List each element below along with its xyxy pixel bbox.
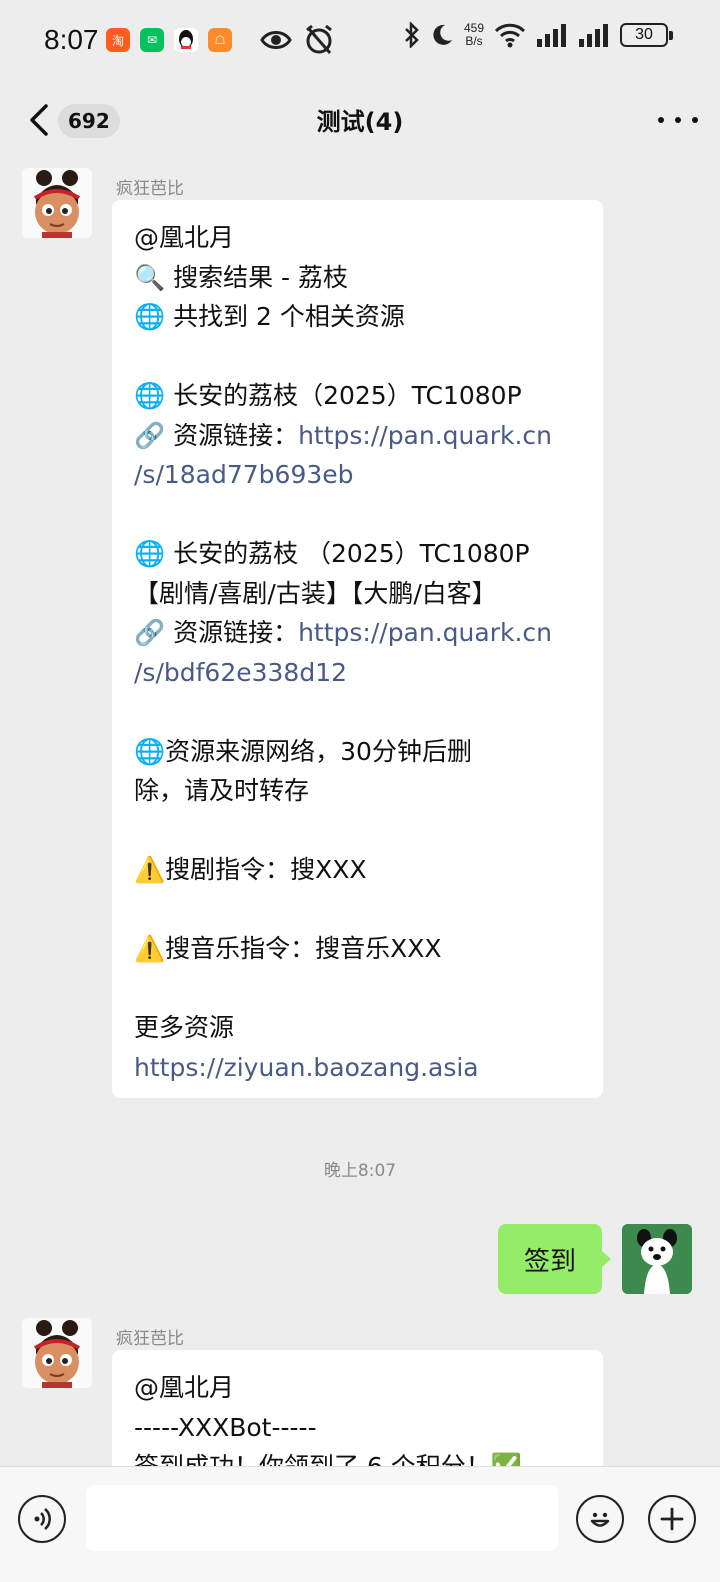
message-line: 🌐 共找到 2 个相关资源 — [134, 297, 581, 337]
message-text: 除，请及时转存 — [134, 776, 310, 805]
message-line: 除，请及时转存 — [134, 771, 581, 811]
message-text: 更多资源 — [134, 1013, 235, 1042]
message-line: /s/18ad77b693eb — [134, 455, 581, 495]
message-text: 🌐 长安的荔枝 （2025）TC1080P — [134, 539, 530, 568]
battery-icon: 30 — [620, 23, 673, 47]
message-line: 【剧情/喜剧/古装】【大鹏/白客】 — [134, 574, 581, 614]
signal-icon — [537, 24, 566, 47]
message-line: @凰北月 — [134, 1368, 581, 1408]
eye-icon — [260, 31, 292, 49]
message-line: -----XXXBot----- — [134, 1408, 581, 1448]
input-bar — [0, 1466, 720, 1582]
status-indicators — [260, 24, 334, 56]
qq-icon — [174, 28, 198, 52]
cartoon-avatar-icon — [22, 168, 92, 238]
battery-level: 30 — [635, 26, 653, 43]
message-line — [134, 337, 581, 377]
alarm-off-icon — [306, 24, 332, 54]
message-text: ⚠️搜剧指令：搜XXX — [134, 855, 367, 884]
message-link[interactable]: /s/18ad77b693eb — [134, 460, 354, 489]
sender-name: 疯狂芭比 — [116, 179, 184, 199]
message-line — [134, 890, 581, 930]
self-message-bubble[interactable]: 签到 — [498, 1224, 611, 1294]
emoji-icon — [590, 1512, 610, 1527]
sender-avatar[interactable] — [22, 168, 92, 238]
message-link[interactable]: https://ziyuan.baozang.asia — [134, 1053, 479, 1082]
message-text: 🔗 资源链接： — [134, 618, 299, 647]
message-text: 🌐 共找到 2 个相关资源 — [134, 302, 405, 331]
message-link[interactable]: https://pan.quark.cn — [298, 421, 552, 450]
message-line — [134, 692, 581, 732]
message-text: 🔗 资源链接： — [134, 420, 299, 450]
more-icon-dot — [692, 117, 698, 123]
message-link[interactable]: https://pan.quark.cn — [298, 618, 552, 647]
voice-icon — [34, 1508, 51, 1530]
message-line: 🔍 搜索结果 - 荔枝 — [134, 258, 581, 298]
message-text: @凰北月 — [134, 1373, 235, 1402]
self-message-text: 签到 — [523, 1246, 576, 1277]
message-bubble[interactable]: @凰北月 🔍 搜索结果 - 荔枝 🌐 共找到 2 个相关资源 🌐 长安的荔枝（2025… — [112, 200, 603, 1098]
message-line: /s/bdf62e338d12 — [134, 653, 581, 693]
message-text: 🔍 搜索结果 - 荔枝 — [134, 262, 348, 292]
message-line: 🌐 长安的荔枝（2025）TC1080P — [134, 376, 581, 416]
message-line — [134, 969, 581, 1009]
sender-name: 疯狂芭比 — [116, 1329, 184, 1349]
message-line: 🔗 资源链接：https://pan.quark.cn — [134, 416, 581, 456]
message-line — [134, 495, 581, 535]
message-text: 【剧情/喜剧/古装】【大鹏/白客】 — [134, 578, 497, 608]
status-bar: 8:07 淘 ✉ ☖ 459 B/s 30 — [0, 0, 720, 84]
emoji-button[interactable] — [576, 1495, 624, 1543]
message-text: @凰北月 — [134, 223, 235, 252]
signal-icon-2 — [579, 24, 608, 47]
taobao-icon: 淘 — [106, 28, 130, 52]
wechat-icon: ✉ — [140, 28, 164, 52]
status-time: 8:07 — [44, 24, 99, 55]
message-text: -----XXXBot----- — [134, 1412, 317, 1442]
more-icon-dot — [658, 117, 664, 123]
message-link[interactable]: /s/bdf62e338d12 — [134, 658, 347, 687]
message-line: 🔗 资源链接：https://pan.quark.cn — [134, 613, 581, 653]
dog-avatar-icon — [622, 1224, 692, 1294]
self-avatar[interactable] — [622, 1224, 692, 1294]
chat-title: 测试(4) — [316, 108, 404, 136]
message-line: ⚠️搜剧指令：搜XXX — [134, 850, 581, 890]
network-speed: 459 B/s — [464, 22, 484, 48]
message-line: 更多资源 — [134, 1008, 581, 1048]
notification-icons: 淘 ✉ ☖ — [106, 28, 232, 52]
message-line: 🌐资源来源网络，30分钟后删 — [134, 732, 581, 772]
message-line — [134, 811, 581, 851]
message-text: 🌐资源来源网络，30分钟后删 — [134, 736, 472, 766]
voice-button[interactable] — [18, 1495, 66, 1543]
message-text: 🌐 长安的荔枝（2025）TC1080P — [134, 381, 522, 410]
network-speed-unit: B/s — [465, 34, 483, 48]
cartoon-avatar-icon — [22, 1318, 92, 1388]
wifi-icon — [494, 23, 526, 48]
moon-icon — [433, 24, 452, 45]
chat-header: 692 测试(4) — [0, 84, 720, 158]
message-line: https://ziyuan.baozang.asia — [134, 1048, 581, 1088]
bluetooth-icon — [405, 22, 419, 48]
message-line: @凰北月 — [134, 218, 581, 258]
system-indicators: 459 B/s 30 — [404, 22, 673, 48]
store-icon: ☖ — [208, 28, 232, 52]
message-line: ⚠️搜音乐指令：搜音乐XXX — [134, 929, 581, 969]
plus-icon — [660, 1507, 684, 1531]
message-line: 🌐 长安的荔枝 （2025）TC1080P — [134, 534, 581, 574]
more-features-button[interactable] — [648, 1495, 696, 1543]
message-text: ⚠️搜音乐指令：搜音乐XXX — [134, 934, 442, 963]
message-input[interactable] — [86, 1485, 558, 1551]
sender-avatar[interactable] — [22, 1318, 92, 1388]
message-timestamp: 晚上8:07 — [323, 1161, 397, 1181]
more-icon-dot — [675, 117, 681, 123]
more-options-button[interactable] — [658, 104, 698, 136]
